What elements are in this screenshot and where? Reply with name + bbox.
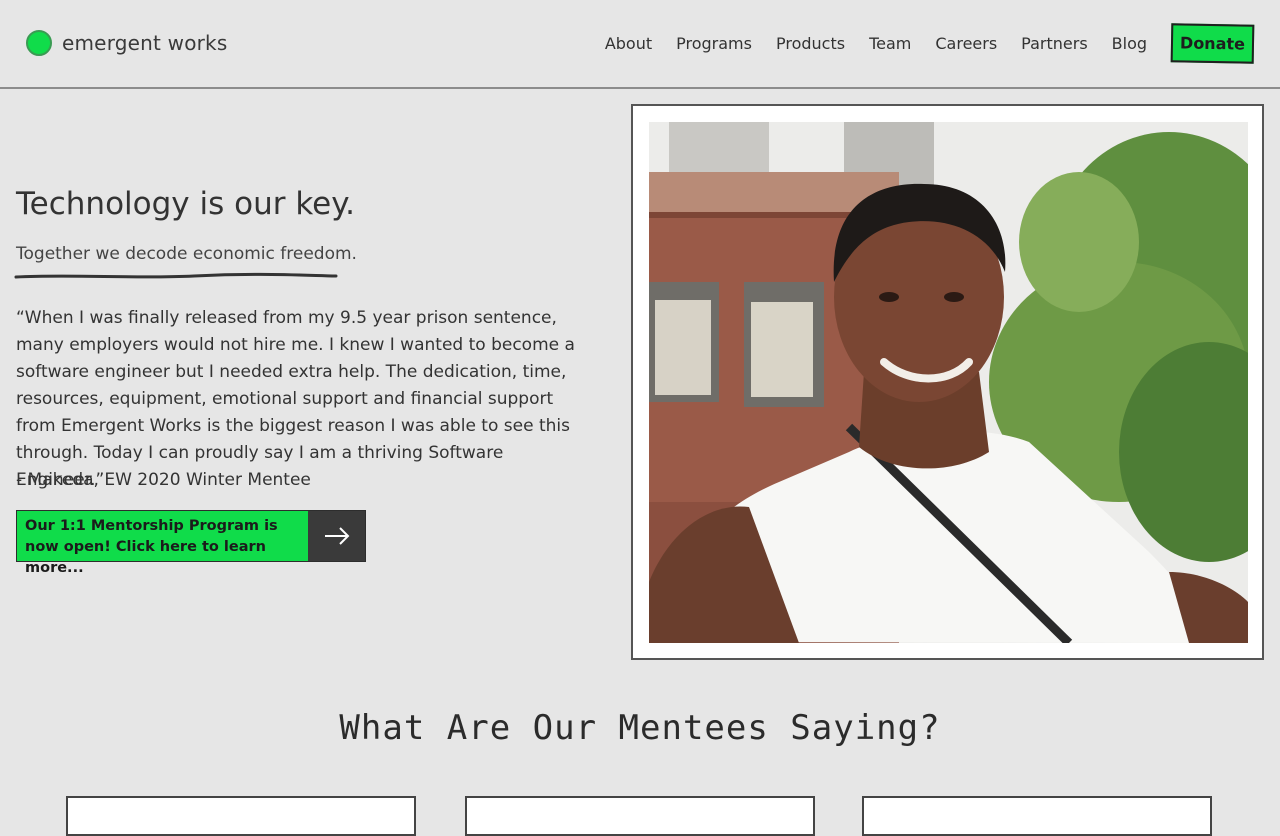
logo-circle-icon xyxy=(26,30,52,56)
nav-products[interactable]: Products xyxy=(776,34,845,53)
donate-button[interactable]: Donate xyxy=(1170,22,1255,64)
logo-text: emergent works xyxy=(62,31,228,55)
cta-label: Our 1:1 Mentorship Program is now open! … xyxy=(17,511,308,576)
nav-about[interactable]: About xyxy=(605,34,652,53)
nav-team[interactable]: Team xyxy=(869,34,911,53)
nav-blog[interactable]: Blog xyxy=(1112,34,1147,53)
nav-partners[interactable]: Partners xyxy=(1021,34,1087,53)
smiling-woman-photo xyxy=(649,122,1248,643)
testimonial-card xyxy=(465,796,815,836)
logo[interactable]: emergent works xyxy=(26,30,227,56)
testimonial-quote: “When I was finally released from my 9.5… xyxy=(16,308,575,490)
squiggle-underline xyxy=(14,272,338,279)
arrow-right-icon[interactable] xyxy=(308,511,365,561)
hero-title: Technology is our key. xyxy=(16,186,356,222)
hero-photo-frame xyxy=(631,104,1264,660)
hero-subtitle: Together we decode economic freedom. xyxy=(16,244,357,264)
nav-careers[interactable]: Careers xyxy=(935,34,997,53)
testimonial-card xyxy=(66,796,416,836)
mentorship-cta-button[interactable]: Our 1:1 Mentorship Program is now open! … xyxy=(16,510,366,576)
mentees-section-title: What Are Our Mentees Saying? xyxy=(339,708,941,748)
testimonial-card xyxy=(862,796,1212,836)
main-nav: About Programs Products Team Careers Par… xyxy=(605,22,1255,64)
nav-programs[interactable]: Programs xyxy=(676,34,752,53)
site-header: emergent works About Programs Products T… xyxy=(0,0,1280,89)
testimonial-attribution: - Makeda, EW 2020 Winter Mentee xyxy=(16,470,311,490)
